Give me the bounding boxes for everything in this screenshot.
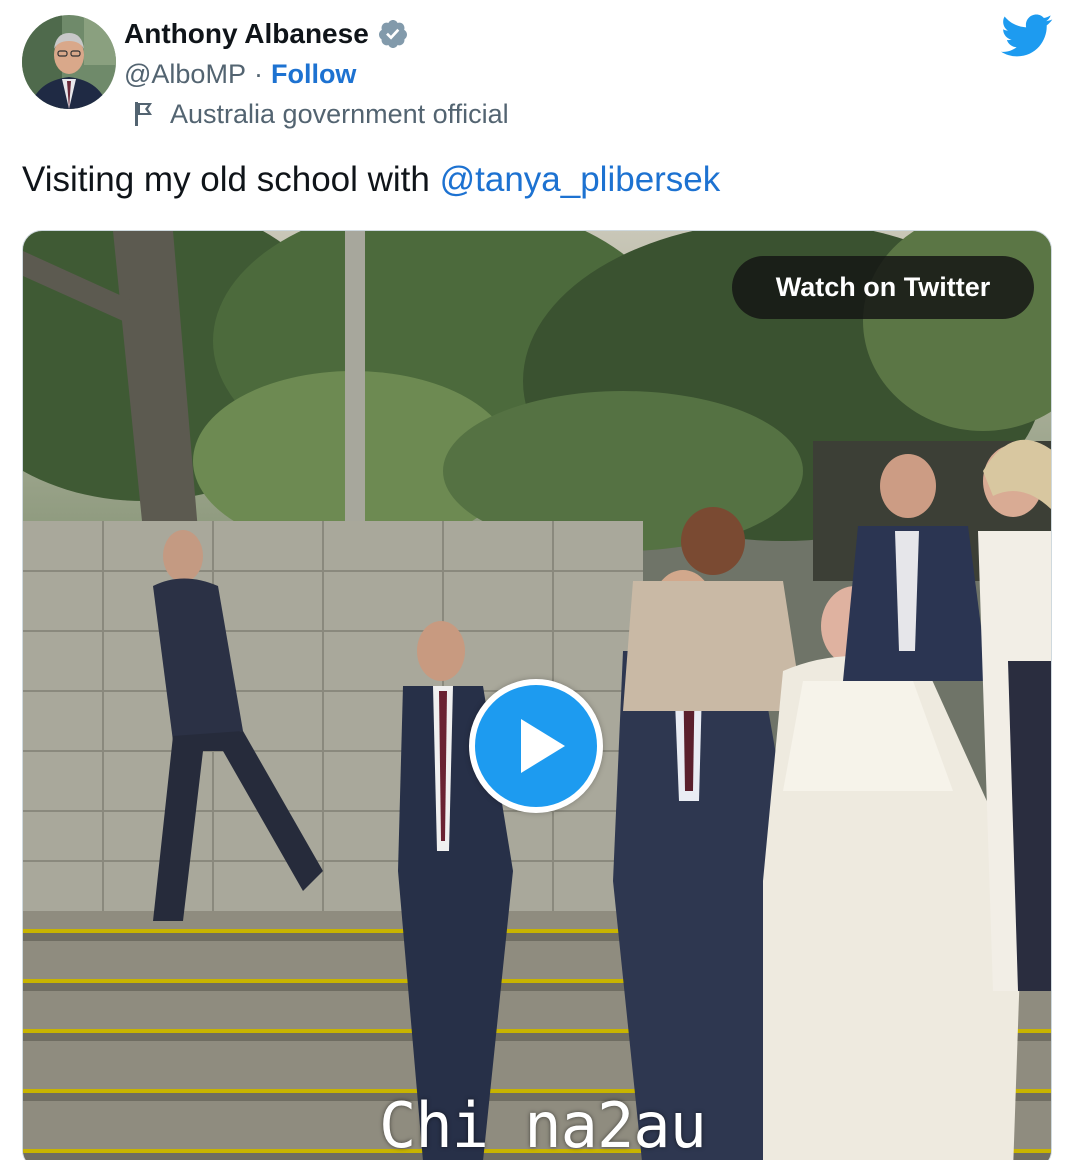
account-label-text: Australia government official — [170, 98, 509, 129]
tweet-text: Visiting my old school with @tanya_plibe… — [22, 160, 720, 200]
play-button[interactable] — [469, 679, 603, 813]
author-handle[interactable]: @AlboMP — [124, 59, 246, 90]
flag-icon — [135, 102, 152, 126]
twitter-bird-icon[interactable] — [1001, 14, 1053, 58]
account-label: Australia government official — [132, 96, 509, 132]
tweet-card: Anthony Albanese @AlboMP · Follow Austra… — [0, 0, 1076, 1160]
author-handle-row: @AlboMP · Follow — [124, 56, 356, 92]
author-display-name[interactable]: Anthony Albanese — [124, 18, 369, 50]
play-icon — [521, 719, 565, 773]
avatar[interactable] — [22, 15, 116, 109]
verified-badge-icon — [378, 20, 407, 48]
watch-on-twitter-button[interactable]: Watch on Twitter — [732, 256, 1034, 319]
watermark-text: Chi na2au — [379, 1089, 707, 1160]
video-media[interactable]: Watch on Twitter Chi na2au — [22, 230, 1052, 1160]
author-name-row: Anthony Albanese — [124, 16, 409, 52]
separator-dot: · — [253, 58, 263, 89]
mention-link[interactable]: @tanya_plibersek — [440, 160, 721, 199]
tweet-body: Visiting my old school with — [22, 160, 440, 199]
follow-button[interactable]: Follow — [271, 59, 356, 90]
